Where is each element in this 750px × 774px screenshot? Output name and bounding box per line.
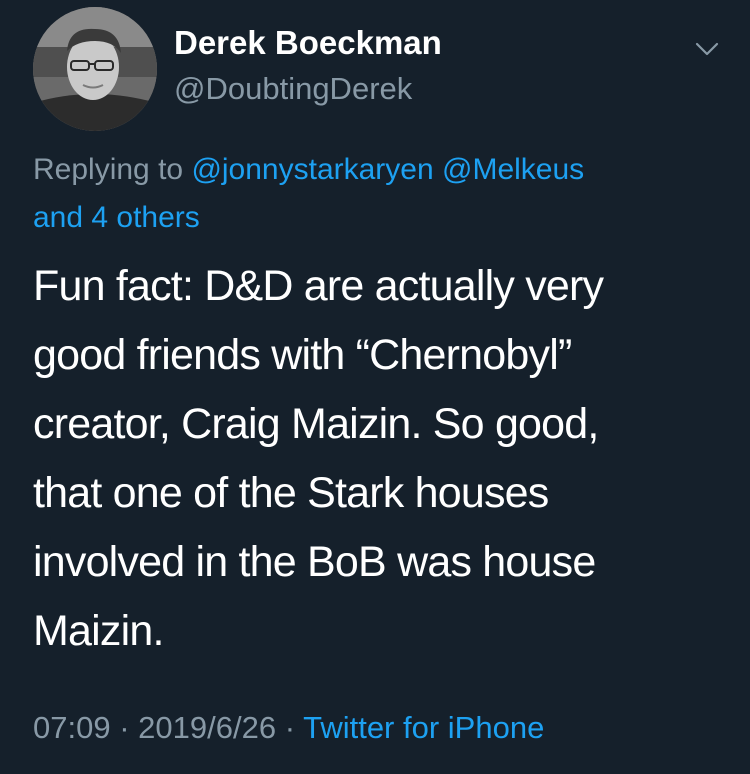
tweet-text: Fun fact: D&D are actually very good fri… bbox=[33, 252, 733, 666]
meta-separator: · bbox=[284, 710, 296, 745]
reply-context: Replying to @jonnystarkaryen @Melkeus an… bbox=[33, 146, 723, 242]
tweet-header: Derek Boeckman @DoubtingDerek bbox=[0, 0, 750, 140]
tweet-text-line: good friends with “Chernobyl” bbox=[33, 331, 572, 379]
reply-prefix: Replying to bbox=[33, 153, 184, 186]
mention-link-melkeus[interactable]: @Melkeus bbox=[442, 153, 584, 186]
tweet-text-line: Fun fact: D&D are actually very bbox=[33, 262, 604, 310]
meta-separator: · bbox=[119, 710, 130, 745]
tweet-source-link[interactable]: Twitter for iPhone bbox=[303, 710, 544, 745]
chevron-down-icon[interactable] bbox=[692, 34, 722, 64]
avatar[interactable] bbox=[33, 7, 157, 131]
user-handle[interactable]: @DoubtingDerek bbox=[174, 70, 412, 108]
mention-link-jonnystarkaryen[interactable]: @jonnystarkaryen bbox=[191, 153, 433, 186]
tweet-text-line: that one of the Stark houses bbox=[33, 469, 549, 517]
profile-photo-icon bbox=[33, 7, 157, 131]
tweet-meta: 07:09 · 2019/6/26 · Twitter for iPhone bbox=[33, 706, 544, 750]
tweet-date[interactable]: 2019/6/26 bbox=[138, 710, 276, 745]
display-name[interactable]: Derek Boeckman bbox=[174, 23, 442, 63]
tweet-time: 07:09 bbox=[33, 710, 111, 745]
tweet-text-line: involved in the BoB was house bbox=[33, 538, 596, 586]
reply-others-link[interactable]: and 4 others bbox=[33, 201, 200, 234]
tweet-text-line: Maizin. bbox=[33, 607, 164, 655]
tweet-text-line: creator, Craig Maizin. So good, bbox=[33, 400, 599, 448]
